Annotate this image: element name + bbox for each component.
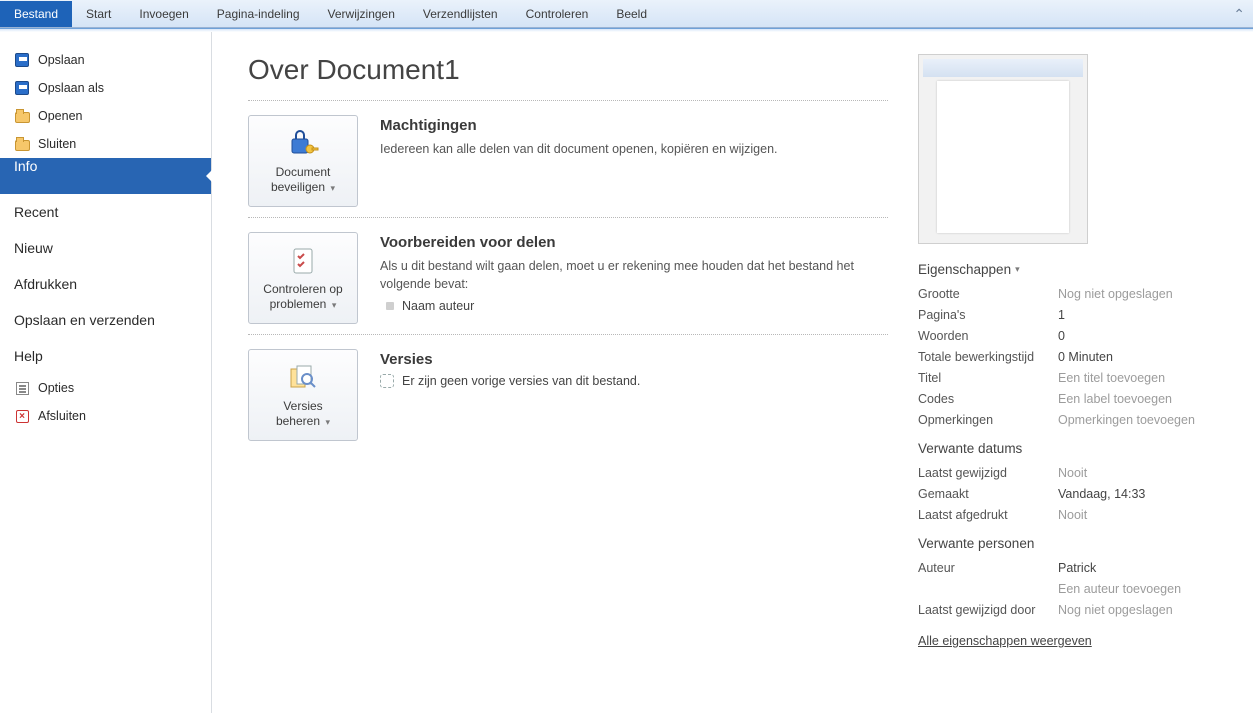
sidebar-close[interactable]: Sluiten: [0, 130, 211, 158]
checklist-icon: [286, 244, 320, 278]
backstage-main: Over Document1 Documentbeveiligen ▾ Mach…: [212, 32, 1253, 713]
tab-verzendlijsten[interactable]: Verzendlijsten: [409, 1, 512, 27]
tab-bestand[interactable]: Bestand: [0, 1, 72, 27]
sidebar-exit[interactable]: × Afsluiten: [0, 402, 211, 430]
prop-tags[interactable]: CodesEen label toevoegen: [918, 392, 1218, 406]
prop-words: Woorden0: [918, 329, 1218, 343]
sidebar-label: Openen: [38, 109, 82, 123]
sidebar-recent[interactable]: Recent: [0, 194, 211, 230]
section-prepare-share: Controleren opproblemen ▾ Voorbereiden v…: [248, 232, 888, 324]
show-all-properties-link[interactable]: Alle eigenschappen weergeven: [918, 634, 1092, 648]
protect-document-button[interactable]: Documentbeveiligen ▾: [248, 115, 358, 207]
page-title: Over Document1: [248, 54, 888, 86]
prop-printed: Laatst afgedruktNooit: [918, 508, 1218, 522]
manage-versions-button[interactable]: Versiesbeheren ▾: [248, 349, 358, 441]
sidebar-new[interactable]: Nieuw: [0, 230, 211, 266]
tab-start[interactable]: Start: [72, 1, 125, 27]
tab-pagina-indeling[interactable]: Pagina-indeling: [203, 1, 314, 27]
section-heading: Machtigingen: [380, 117, 888, 134]
divider: [248, 334, 888, 335]
sidebar-save[interactable]: Opslaan: [0, 46, 211, 74]
prop-author[interactable]: AuteurPatrick: [918, 561, 1218, 575]
prop-size: GrootteNog niet opgeslagen: [918, 287, 1218, 301]
sidebar-save-and-send[interactable]: Opslaan en verzenden: [0, 302, 211, 338]
section-text: Als u dit bestand wilt gaan delen, moet …: [380, 257, 888, 293]
sidebar-info[interactable]: Info: [0, 158, 211, 194]
related-people-heading: Verwante personen: [918, 536, 1218, 551]
backstage-sidebar: Opslaan Opslaan als Openen Sluiten Info …: [0, 32, 212, 713]
section-permissions: Documentbeveiligen ▾ Machtigingen Iedere…: [248, 115, 888, 207]
sidebar-options[interactable]: Opties: [0, 374, 211, 402]
save-icon: [14, 52, 30, 68]
issue-label: Naam auteur: [402, 299, 474, 313]
collapse-ribbon-icon[interactable]: ⌃: [1233, 6, 1245, 23]
button-label: Versiesbeheren ▾: [276, 399, 330, 429]
prop-edit-time: Totale bewerkingstijd0 Minuten: [918, 350, 1218, 364]
document-thumbnail[interactable]: [918, 54, 1088, 244]
info-right-pane: Eigenschappen▾ GrootteNog niet opgeslage…: [918, 54, 1218, 693]
sidebar-save-as[interactable]: Opslaan als: [0, 74, 211, 102]
prop-add-author[interactable]: Een auteur toevoegen: [918, 582, 1218, 596]
exit-icon: ×: [14, 408, 30, 424]
tab-controleren[interactable]: Controleren: [512, 1, 603, 27]
sidebar-print[interactable]: Afdrukken: [0, 266, 211, 302]
prop-modified: Laatst gewijzigdNooit: [918, 466, 1218, 480]
versions-text: Er zijn geen vorige versies van dit best…: [380, 374, 888, 388]
sidebar-label: Opties: [38, 381, 74, 395]
section-body: Machtigingen Iedereen kan alle delen van…: [380, 115, 888, 207]
chevron-down-icon: ▾: [328, 183, 335, 193]
tab-invoegen[interactable]: Invoegen: [125, 1, 202, 27]
prop-last-modified-by: Laatst gewijzigd doorNog niet opgeslagen: [918, 603, 1218, 617]
info-left-pane: Over Document1 Documentbeveiligen ▾ Mach…: [248, 54, 888, 693]
ribbon-tabs: Bestand Start Invoegen Pagina-indeling V…: [0, 0, 1253, 28]
prop-pages: Pagina's1: [918, 308, 1218, 322]
versions-icon: [286, 361, 320, 395]
sidebar-label: Afsluiten: [38, 409, 86, 423]
tab-beeld[interactable]: Beeld: [602, 1, 661, 27]
chevron-down-icon: ▾: [323, 417, 330, 427]
backstage: Opslaan Opslaan als Openen Sluiten Info …: [0, 32, 1253, 713]
sidebar-label: Sluiten: [38, 137, 76, 151]
prop-created: GemaaktVandaag, 14:33: [918, 487, 1218, 501]
thumb-chrome: [923, 59, 1083, 77]
section-heading: Voorbereiden voor delen: [380, 234, 888, 251]
divider: [248, 100, 888, 101]
chevron-down-icon: ▾: [329, 300, 336, 310]
sidebar-open[interactable]: Openen: [0, 102, 211, 130]
section-text: Iedereen kan alle delen van dit document…: [380, 140, 888, 158]
thumb-page: [937, 81, 1069, 233]
sidebar-label: Opslaan: [38, 53, 85, 67]
properties-dropdown[interactable]: Eigenschappen▾: [918, 262, 1218, 277]
options-icon: [14, 380, 30, 396]
sidebar-label: Info: [14, 158, 37, 174]
save-as-icon: [14, 80, 30, 96]
folder-open-icon: [14, 108, 30, 124]
prop-title[interactable]: TitelEen titel toevoegen: [918, 371, 1218, 385]
folder-close-icon: [14, 136, 30, 152]
section-body: Voorbereiden voor delen Als u dit bestan…: [380, 232, 888, 324]
history-icon: [380, 374, 394, 388]
sidebar-label: Opslaan als: [38, 81, 104, 95]
related-dates-heading: Verwante datums: [918, 441, 1218, 456]
lock-key-icon: [286, 127, 320, 161]
tab-verwijzingen[interactable]: Verwijzingen: [314, 1, 409, 27]
sidebar-help[interactable]: Help: [0, 338, 211, 374]
bullet-icon: [386, 302, 394, 310]
section-versions: Versiesbeheren ▾ Versies Er zijn geen vo…: [248, 349, 888, 441]
check-issues-button[interactable]: Controleren opproblemen ▾: [248, 232, 358, 324]
chevron-down-icon: ▾: [1015, 264, 1020, 275]
button-label: Documentbeveiligen ▾: [271, 165, 335, 195]
divider: [248, 217, 888, 218]
section-heading: Versies: [380, 351, 888, 368]
section-body: Versies Er zijn geen vorige versies van …: [380, 349, 888, 441]
prop-comments[interactable]: OpmerkingenOpmerkingen toevoegen: [918, 413, 1218, 427]
issue-item: Naam auteur: [380, 299, 888, 313]
button-label: Controleren opproblemen ▾: [263, 282, 342, 312]
